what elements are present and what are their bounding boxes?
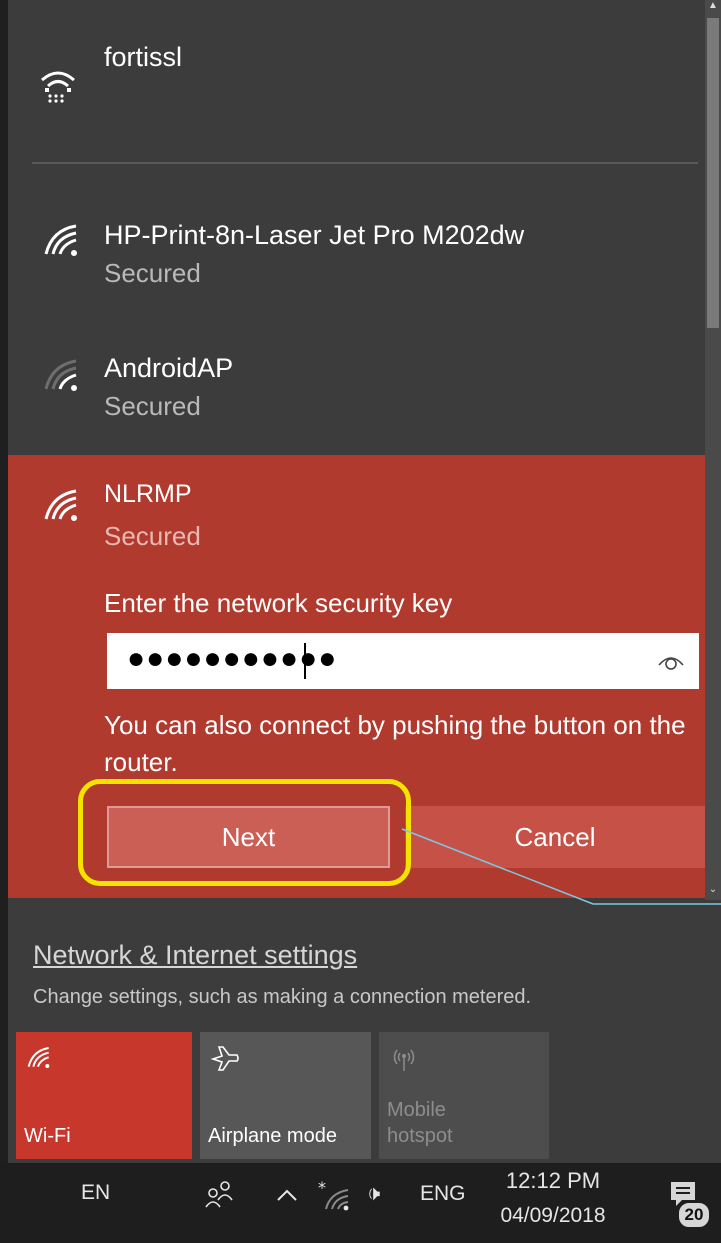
scroll-up-icon[interactable]: ▲ (707, 0, 719, 16)
wifi-icon (26, 1044, 54, 1077)
svg-text:*: * (318, 1181, 326, 1197)
wifi-toggle-tile[interactable]: Wi-Fi (16, 1032, 192, 1159)
mobile-hotspot-tile[interactable]: Mobile hotspot (379, 1032, 549, 1159)
network-name: AndroidAP (104, 353, 234, 383)
clock-date[interactable]: 04/09/2018 (493, 1204, 613, 1228)
network-settings-description: Change settings, such as making a connec… (33, 986, 532, 1008)
scrollbar-thumb[interactable] (707, 18, 719, 328)
network-name: fortissl (104, 42, 183, 72)
reveal-password-icon[interactable] (657, 649, 685, 678)
text-caret (304, 643, 306, 679)
tile-label: Mobile hotspot (387, 1099, 453, 1147)
airplane-icon (210, 1044, 240, 1079)
wifi-signal-weak-icon (42, 355, 84, 402)
people-icon[interactable] (203, 1177, 237, 1216)
cancel-button[interactable]: Cancel (405, 806, 705, 868)
scroll-down-icon[interactable]: ⌄ (707, 884, 719, 900)
hotspot-icon (389, 1044, 419, 1079)
network-name: HP-Print-8n-Laser Jet Pro M202dw (104, 220, 525, 250)
clock-time[interactable]: 12:12 PM (498, 1168, 608, 1194)
tile-label: Wi-Fi (24, 1125, 71, 1147)
network-flyout: fortissl HP-Print-8n-Laser Jet Pro M202d… (8, 0, 721, 1163)
notification-count-badge: 20 (677, 1201, 711, 1229)
input-language[interactable]: EN (81, 1181, 110, 1205)
volume-icon[interactable]: 🕩 (367, 1182, 380, 1206)
network-item-hp-print[interactable]: HP-Print-8n-Laser Jet Pro M202dw Secured (8, 190, 721, 310)
show-hidden-icons-chevron-icon[interactable] (275, 1185, 299, 1208)
tile-label: Airplane mode (208, 1125, 337, 1147)
divider (32, 162, 698, 164)
tray-wifi-icon[interactable]: * (318, 1178, 352, 1216)
network-item-androidap[interactable]: AndroidAP Secured (8, 325, 721, 445)
wifi-signal-icon (42, 485, 84, 532)
network-status: Secured (104, 391, 201, 421)
network-status: Secured (104, 521, 201, 551)
airplane-mode-tile[interactable]: Airplane mode (200, 1032, 371, 1159)
open-network-icon (36, 60, 80, 109)
security-key-label: Enter the network security key (104, 588, 453, 618)
network-status: Secured (104, 258, 201, 288)
security-key-input[interactable]: ●●●●●●●●●●● (107, 633, 699, 689)
scrollbar[interactable]: ▲ ⌄ (705, 0, 721, 900)
keyboard-language[interactable]: ENG (420, 1182, 466, 1206)
wps-hint-text: You can also connect by pushing the butt… (104, 710, 686, 777)
next-button-highlight-annotation (78, 779, 411, 886)
network-item-fortissl[interactable]: fortissl (8, 0, 721, 160)
taskbar: EN * 🕩 ENG 12:12 PM 04/09/2018 20 (0, 1163, 721, 1243)
network-name: NLRMP (104, 480, 192, 508)
network-settings-link[interactable]: Network & Internet settings (33, 940, 357, 971)
wifi-signal-icon (42, 220, 84, 267)
